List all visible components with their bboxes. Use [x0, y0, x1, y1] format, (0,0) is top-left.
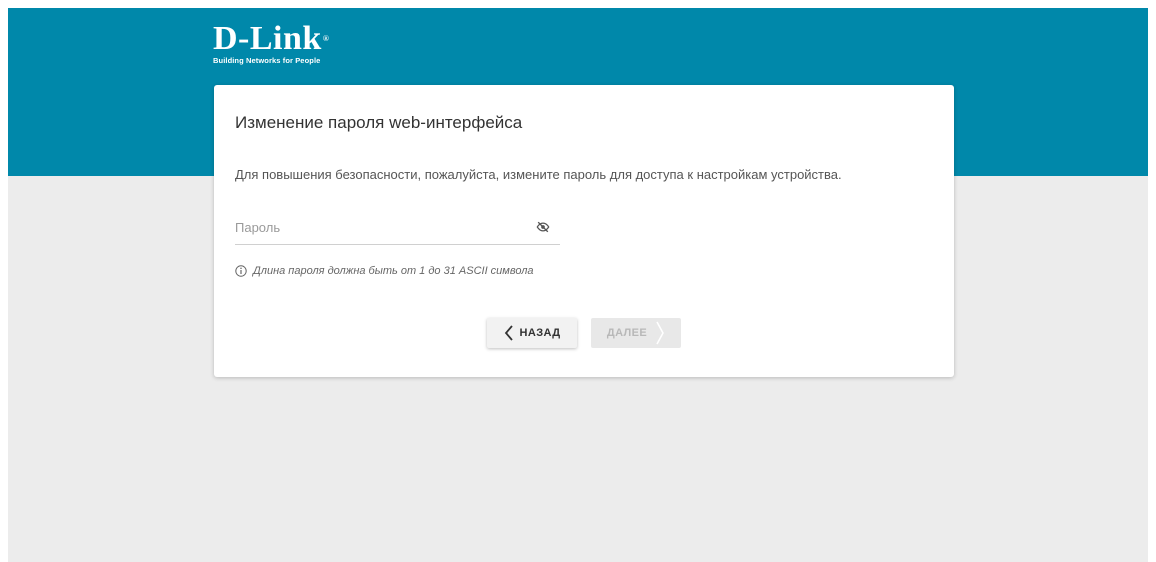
password-input[interactable]	[235, 217, 525, 237]
logo-brand: D-Link®	[213, 20, 330, 57]
next-button-label: ДАЛЕЕ	[606, 327, 648, 339]
page-description: Для повышения безопасности, пожалуйста, …	[235, 167, 842, 182]
password-hint: Длина пароля должна быть от 1 до 31 ASCI…	[235, 265, 534, 277]
page-viewport: D-Link® Building Networks for People Изм…	[8, 8, 1148, 562]
dlink-logo: D-Link® Building Networks for People	[213, 20, 330, 66]
info-icon	[235, 265, 247, 277]
eye-off-icon[interactable]	[536, 220, 550, 234]
password-field	[235, 211, 560, 245]
logo-tagline: Building Networks for People	[213, 56, 321, 65]
chevron-right-icon	[656, 321, 665, 345]
page-title: Изменение пароля web-интерфейса	[235, 113, 523, 132]
back-button-label: НАЗАД	[519, 327, 561, 339]
next-button[interactable]: ДАЛЕЕ	[591, 318, 681, 348]
password-change-card: Изменение пароля web-интерфейса Для повы…	[214, 85, 954, 377]
chevron-left-icon	[504, 325, 513, 341]
back-button[interactable]: НАЗАД	[487, 318, 577, 348]
hint-text: Длина пароля должна быть от 1 до 31 ASCI…	[253, 265, 534, 277]
